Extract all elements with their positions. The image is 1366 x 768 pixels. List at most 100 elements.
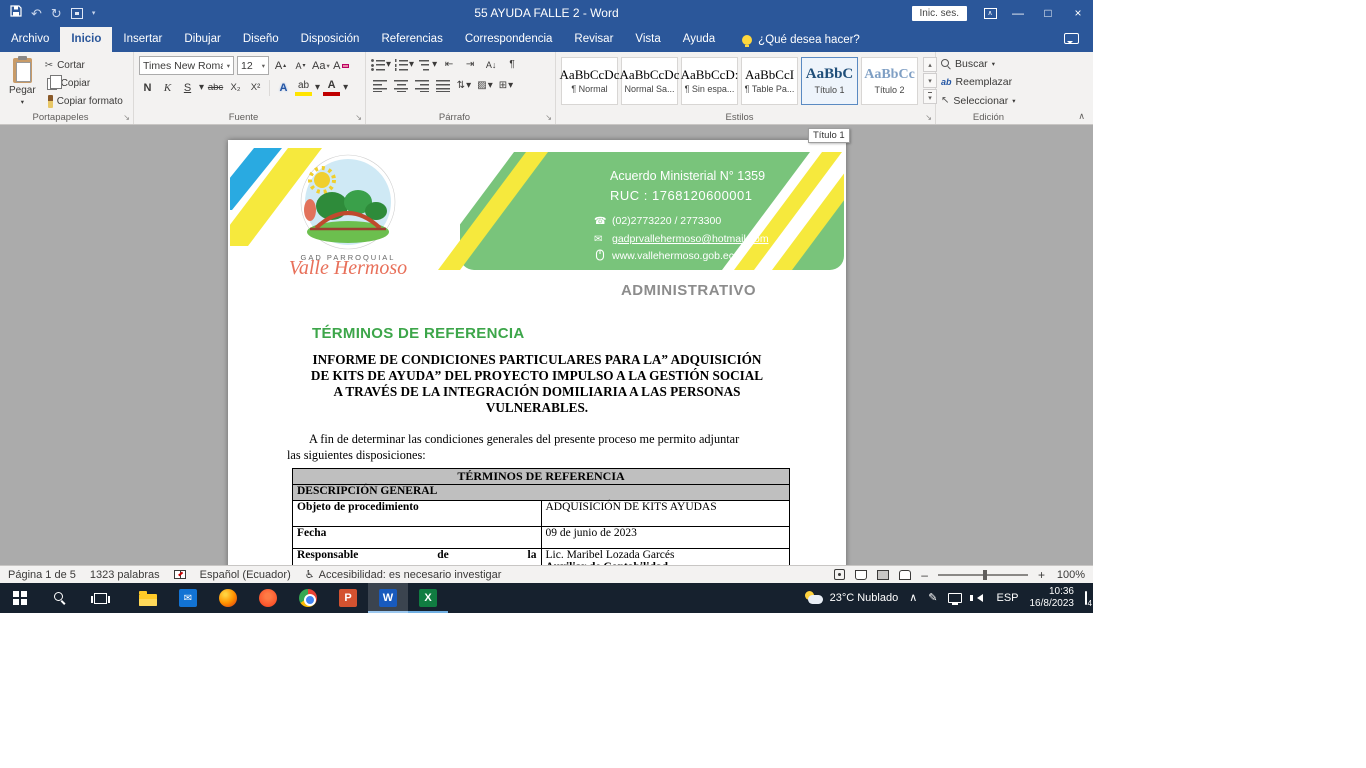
word-count[interactable]: 1323 palabras	[90, 569, 160, 581]
tab-vista[interactable]: Vista	[624, 27, 671, 52]
style-card-titulo-2[interactable]: AaBbCcTítulo 2	[861, 57, 918, 105]
undo-button[interactable]: ↶	[31, 7, 42, 20]
maximize-button[interactable]: □	[1033, 0, 1063, 26]
font-family-combo[interactable]: Times New Roma▾	[139, 56, 234, 75]
taskbar-search-button[interactable]	[40, 583, 80, 613]
tab-inicio[interactable]: Inicio	[60, 27, 112, 52]
print-layout-button[interactable]	[877, 570, 889, 580]
highlight-color-button[interactable]: ab	[295, 79, 312, 96]
web-layout-button[interactable]	[899, 570, 911, 580]
redo-button[interactable]: ↻	[51, 7, 62, 20]
italic-button[interactable]: K	[159, 79, 176, 96]
find-button[interactable]: Buscar▾	[941, 56, 1016, 72]
close-button[interactable]: ×	[1063, 0, 1093, 26]
document-header-image[interactable]: GAD PARROQUIAL Valle Hermoso Acuerdo Min…	[230, 148, 844, 276]
focus-mode-icon[interactable]	[834, 569, 845, 580]
decrease-indent-button[interactable]: ⇤	[440, 56, 458, 73]
tab-revisar[interactable]: Revisar	[563, 27, 624, 52]
justify-button[interactable]	[434, 77, 452, 94]
line-spacing-button[interactable]: ⇅▾	[455, 77, 473, 94]
align-left-button[interactable]	[371, 77, 389, 94]
superscript-button[interactable]: X²	[247, 79, 264, 96]
chevron-down-icon[interactable]: ▾	[199, 82, 204, 93]
dialog-launcher-icon[interactable]: ↘	[545, 114, 552, 122]
powerpoint-button[interactable]: P	[328, 583, 368, 613]
pen-tray-icon[interactable]: ✎	[928, 593, 937, 604]
bullets-button[interactable]: ▾	[371, 56, 391, 73]
strikethrough-button[interactable]: abc	[207, 79, 224, 96]
cut-button[interactable]: ✂Cortar	[45, 58, 123, 74]
select-button[interactable]: ↖Seleccionar▾	[941, 93, 1016, 109]
language-indicator[interactable]: Español (Ecuador)	[200, 569, 291, 581]
weather-widget[interactable]: 23°C Nublado	[804, 591, 899, 605]
sign-in-button[interactable]: Inic. ses.	[912, 6, 967, 21]
style-card-normal-sa[interactable]: AaBbCcDcNormal Sa...	[621, 57, 678, 105]
tab-correspondencia[interactable]: Correspondencia	[454, 27, 564, 52]
tray-overflow-button[interactable]: ∧	[909, 593, 917, 604]
shading-button[interactable]: ▨▾	[476, 77, 494, 94]
chevron-down-icon[interactable]: ▾	[343, 82, 348, 93]
accessibility-status[interactable]: ♿ Accesibilidad: es necesario investigar	[305, 568, 502, 581]
replace-button[interactable]: abReemplazar	[941, 74, 1016, 90]
dialog-launcher-icon[interactable]: ↘	[925, 114, 932, 122]
mail-app-button[interactable]: ✉	[168, 583, 208, 613]
document-page[interactable]: GAD PARROQUIAL Valle Hermoso Acuerdo Min…	[228, 140, 846, 565]
clear-formatting-button[interactable]: A	[333, 57, 350, 74]
increase-indent-button[interactable]: ⇥	[461, 56, 479, 73]
touch-mouse-mode-icon[interactable]	[71, 8, 83, 19]
word-taskbar-button[interactable]: W	[368, 583, 408, 613]
borders-button[interactable]: ⊞▾	[497, 77, 515, 94]
zoom-slider[interactable]	[938, 574, 1028, 576]
styles-scroll-up-button[interactable]: ▴	[923, 57, 937, 72]
style-card-titulo-1[interactable]: AaBbCTítulo 1	[801, 57, 858, 105]
font-color-button[interactable]: A	[323, 79, 340, 96]
grow-font-button[interactable]: A▴	[272, 57, 289, 74]
taskbar-clock[interactable]: 10:36 16/8/2023	[1030, 586, 1075, 611]
zoom-slider-thumb[interactable]	[983, 570, 987, 580]
styles-scroll-down-button[interactable]: ▾	[923, 73, 937, 88]
start-button[interactable]	[0, 583, 40, 613]
task-view-button[interactable]	[80, 583, 120, 613]
copy-button[interactable]: Copiar	[45, 76, 123, 92]
feedback-icon[interactable]	[1064, 33, 1079, 44]
tab-insertar[interactable]: Insertar	[112, 27, 173, 52]
tab-dibujar[interactable]: Dibujar	[173, 27, 231, 52]
text-effects-button[interactable]: A	[275, 79, 292, 96]
multilevel-list-button[interactable]: ▾	[417, 56, 437, 73]
shrink-font-button[interactable]: A▾	[292, 57, 309, 74]
ribbon-display-options-button[interactable]: ∧	[977, 0, 1003, 26]
dialog-launcher-icon[interactable]: ↘	[355, 114, 362, 122]
file-explorer-button[interactable]	[128, 583, 168, 613]
network-tray-icon[interactable]	[948, 593, 962, 603]
proofing-status-icon[interactable]	[174, 570, 186, 579]
action-center-button[interactable]: 4	[1085, 592, 1087, 604]
keyboard-language-indicator[interactable]: ESP	[996, 592, 1018, 604]
sort-button[interactable]: A↓	[482, 56, 500, 73]
dialog-launcher-icon[interactable]: ↘	[123, 114, 130, 122]
excel-taskbar-button[interactable]: X	[408, 583, 448, 613]
format-painter-button[interactable]: Copiar formato	[45, 93, 123, 109]
chrome-button[interactable]	[288, 583, 328, 613]
style-card-normal[interactable]: AaBbCcDc¶ Normal	[561, 57, 618, 105]
firefox-button[interactable]	[208, 583, 248, 613]
style-card-table-paragraph[interactable]: AaBbCcI¶ Table Pa...	[741, 57, 798, 105]
tab-disposicion[interactable]: Disposición	[290, 27, 371, 52]
tell-me-box[interactable]: ¿Qué desea hacer?	[742, 27, 860, 52]
styles-more-button[interactable]: ▾	[923, 89, 937, 104]
numbering-button[interactable]: ▾	[394, 56, 414, 73]
tab-diseno[interactable]: Diseño	[232, 27, 290, 52]
align-center-button[interactable]	[392, 77, 410, 94]
minimize-button[interactable]: —	[1003, 0, 1033, 26]
paste-button[interactable]: Pegar ▾	[5, 56, 40, 109]
tab-ayuda[interactable]: Ayuda	[672, 27, 726, 52]
show-marks-button[interactable]: ¶	[503, 56, 521, 73]
style-card-sin-espaciado[interactable]: AaBbCcD:¶ Sin espa...	[681, 57, 738, 105]
zoom-level[interactable]: 100%	[1055, 569, 1085, 581]
save-button[interactable]	[10, 4, 22, 22]
align-right-button[interactable]	[413, 77, 431, 94]
bold-button[interactable]: N	[139, 79, 156, 96]
tab-referencias[interactable]: Referencias	[370, 27, 453, 52]
chevron-down-icon[interactable]: ▾	[315, 82, 320, 93]
read-mode-button[interactable]	[855, 570, 867, 580]
collapse-ribbon-button[interactable]: ∧	[1078, 111, 1085, 122]
